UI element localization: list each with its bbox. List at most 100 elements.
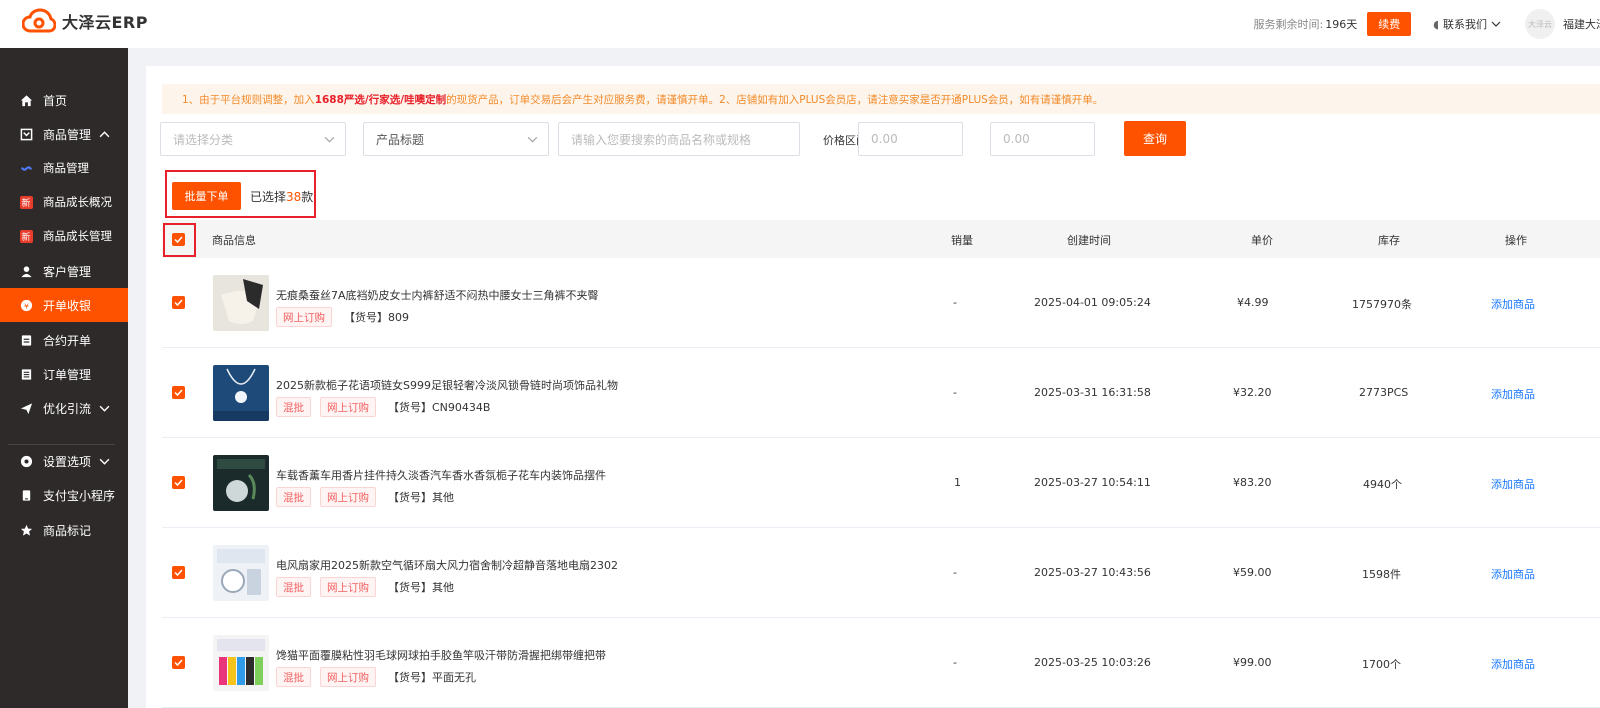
tag-mixed-batch: 混批 bbox=[276, 577, 311, 597]
product-name[interactable]: 车载香薰车用香片挂件持久淡香汽车香水香氛栀子花车内装饰品摆件 bbox=[276, 467, 606, 483]
cashier-icon: ¥ bbox=[19, 298, 33, 312]
category-select[interactable]: 请选择分类 bbox=[160, 122, 346, 156]
logo-text: 大泽云ERP bbox=[62, 13, 148, 32]
product-sku: 【货号】CN90434B bbox=[388, 401, 491, 414]
batch-order-button[interactable]: 批量下单 bbox=[172, 182, 241, 210]
unit-price-value: ¥83.20 bbox=[1233, 476, 1272, 489]
query-button[interactable]: 查询 bbox=[1124, 121, 1186, 156]
price-min-input[interactable]: 0.00 bbox=[858, 122, 963, 156]
tag-online-order: 网上订购 bbox=[320, 577, 376, 597]
contact-us-dropdown[interactable]: ◖ 联系我们 bbox=[1433, 16, 1501, 32]
product-sku: 【货号】平面无孔 bbox=[388, 671, 476, 684]
product-thumbnail[interactable] bbox=[213, 455, 269, 511]
company-name[interactable]: 福建大泽 bbox=[1563, 16, 1600, 32]
unit-price-value: ¥32.20 bbox=[1233, 386, 1272, 399]
created-time-value: 2025-04-01 09:05:24 bbox=[1034, 296, 1151, 309]
table-row: 馋猫平面覆膜粘性羽毛球网球拍手胶鱼竿吸汗带防滑握把绑带缠把带 混批 网上订购 【… bbox=[162, 618, 1600, 708]
sidebar-item-label: 商品管理 bbox=[43, 127, 92, 142]
sidebar-item-alipay-miniapp[interactable]: 支付宝小程序 bbox=[0, 478, 128, 512]
row-checkbox[interactable] bbox=[172, 386, 185, 399]
table-header: 商品信息 销量 创建时间 单价 库存 操作 bbox=[162, 220, 1600, 258]
sidebar-item-product-management-sub[interactable]: 商品管理 bbox=[0, 151, 128, 185]
product-name[interactable]: 馋猫平面覆膜粘性羽毛球网球拍手胶鱼竿吸汗带防滑握把绑带缠把带 bbox=[276, 647, 606, 663]
sidebar-item-growth-management[interactable]: 新 商品成长管理 bbox=[0, 219, 128, 253]
contact-us-label: 联系我们 bbox=[1443, 18, 1487, 31]
new-badge-icon: 新 bbox=[19, 229, 33, 243]
search-placeholder: 请输入您要搜索的商品名称或规格 bbox=[571, 132, 752, 147]
chevron-down-icon bbox=[99, 458, 110, 465]
sales-value: - bbox=[953, 296, 957, 309]
row-checkbox[interactable] bbox=[172, 656, 185, 669]
sidebar-item-product-management[interactable]: 商品管理 bbox=[0, 117, 128, 151]
sidebar-item-settings[interactable]: 设置选项 bbox=[0, 444, 128, 478]
row-checkbox[interactable] bbox=[172, 296, 185, 309]
price-max-input[interactable]: 0.00 bbox=[990, 122, 1095, 156]
product-name[interactable]: 2025新款栀子花语项链女S999足银轻奢冷淡风锁骨链时尚项饰品礼物 bbox=[276, 377, 618, 393]
sidebar-item-label: 设置选项 bbox=[43, 454, 92, 469]
sidebar-item-traffic-optimization[interactable]: 优化引流 bbox=[0, 391, 128, 425]
tag-online-order: 网上订购 bbox=[320, 397, 376, 417]
add-product-link[interactable]: 添加商品 bbox=[1491, 566, 1535, 582]
add-product-link[interactable]: 添加商品 bbox=[1491, 476, 1535, 492]
sidebar: 首页 商品管理 商品管理 新 商品成长概况 新 商品成长管理 客户管理 ¥ 开单… bbox=[0, 48, 128, 708]
product-name[interactable]: 无痕桑蚕丝7A底裆奶皮女士内裤舒适不闷热中腰女士三角裤不夹臀 bbox=[276, 287, 599, 303]
unit-price-value: ¥59.00 bbox=[1233, 566, 1272, 579]
add-product-link[interactable]: 添加商品 bbox=[1491, 296, 1535, 312]
product-sku: 【货号】809 bbox=[344, 311, 409, 324]
tag-mixed-batch: 混批 bbox=[276, 667, 311, 687]
product-thumbnail[interactable] bbox=[213, 275, 269, 331]
search-input[interactable]: 请输入您要搜索的商品名称或规格 bbox=[558, 122, 800, 156]
header-stock: 库存 bbox=[1378, 234, 1400, 247]
sidebar-item-home[interactable]: 首页 bbox=[0, 83, 128, 117]
add-product-link[interactable]: 添加商品 bbox=[1491, 386, 1535, 402]
created-time-value: 2025-03-31 16:31:58 bbox=[1034, 386, 1151, 399]
svg-text:¥: ¥ bbox=[24, 301, 29, 310]
sidebar-item-customer-management[interactable]: 客户管理 bbox=[0, 254, 128, 288]
notice-banner: 1、由于平台规则调整，加入 1688严选/行家选/哇噢定制 的现货产品，订单交易后会… bbox=[162, 84, 1600, 114]
sidebar-item-label: 商品成长管理 bbox=[43, 229, 112, 243]
product-thumbnail[interactable] bbox=[213, 545, 269, 601]
check-icon bbox=[174, 479, 183, 487]
sidebar-item-cashier[interactable]: ¥ 开单收银 bbox=[0, 288, 128, 322]
chevron-down-icon bbox=[324, 136, 335, 143]
main-content: 1、由于平台规则调整，加入 1688严选/行家选/哇噢定制 的现货产品，订单交易后会… bbox=[146, 66, 1600, 708]
sales-value: - bbox=[953, 656, 957, 669]
add-product-link[interactable]: 添加商品 bbox=[1491, 656, 1535, 672]
product-name[interactable]: 电风扇家用2025新款空气循环扇大风力宿舍制冷超静音落地电扇2302 bbox=[276, 557, 618, 573]
renew-button[interactable]: 续费 bbox=[1367, 12, 1412, 36]
product-thumbnail[interactable] bbox=[213, 365, 269, 421]
check-icon bbox=[174, 389, 183, 397]
logo[interactable]: 大泽云ERP bbox=[22, 8, 148, 34]
service-days-value: 196天 bbox=[1325, 18, 1358, 31]
product-sku: 【货号】其他 bbox=[388, 581, 454, 594]
avatar[interactable]: 大泽云 bbox=[1525, 9, 1555, 39]
sales-value: - bbox=[953, 386, 957, 399]
sidebar-item-contract-order[interactable]: 合约开单 bbox=[0, 323, 128, 357]
product-icon bbox=[19, 127, 33, 141]
order-icon bbox=[19, 367, 33, 381]
title-field-select[interactable]: 产品标题 bbox=[363, 122, 549, 156]
sidebar-item-product-mark[interactable]: 商品标记 bbox=[0, 513, 128, 547]
tag-mixed-batch: 混批 bbox=[276, 397, 311, 417]
chevron-down-icon bbox=[527, 136, 538, 143]
sidebar-item-label: 商品标记 bbox=[43, 523, 92, 538]
sidebar-item-growth-overview[interactable]: 新 商品成长概况 bbox=[0, 185, 128, 219]
row-checkbox[interactable] bbox=[172, 476, 185, 489]
check-icon bbox=[174, 569, 183, 577]
table-row: 2025新款栀子花语项链女S999足银轻奢冷淡风锁骨链时尚项饰品礼物 混批 网上… bbox=[162, 348, 1600, 438]
check-icon bbox=[174, 299, 183, 307]
title-select-value: 产品标题 bbox=[376, 132, 425, 147]
check-icon bbox=[174, 659, 183, 667]
header-action: 操作 bbox=[1505, 234, 1527, 247]
home-icon bbox=[19, 93, 33, 107]
sidebar-item-order-management[interactable]: 订单管理 bbox=[0, 357, 128, 391]
row-checkbox[interactable] bbox=[172, 566, 185, 579]
product-thumbnail[interactable] bbox=[213, 635, 269, 691]
sidebar-item-label: 优化引流 bbox=[43, 401, 92, 416]
header-sales: 销量 bbox=[951, 234, 973, 247]
selected-count-text: 已选择38款 bbox=[250, 188, 313, 205]
stock-value: 1700个 bbox=[1362, 658, 1401, 671]
contract-icon bbox=[19, 333, 33, 347]
sidebar-item-label: 开单收银 bbox=[43, 298, 92, 313]
user-icon bbox=[19, 264, 33, 278]
